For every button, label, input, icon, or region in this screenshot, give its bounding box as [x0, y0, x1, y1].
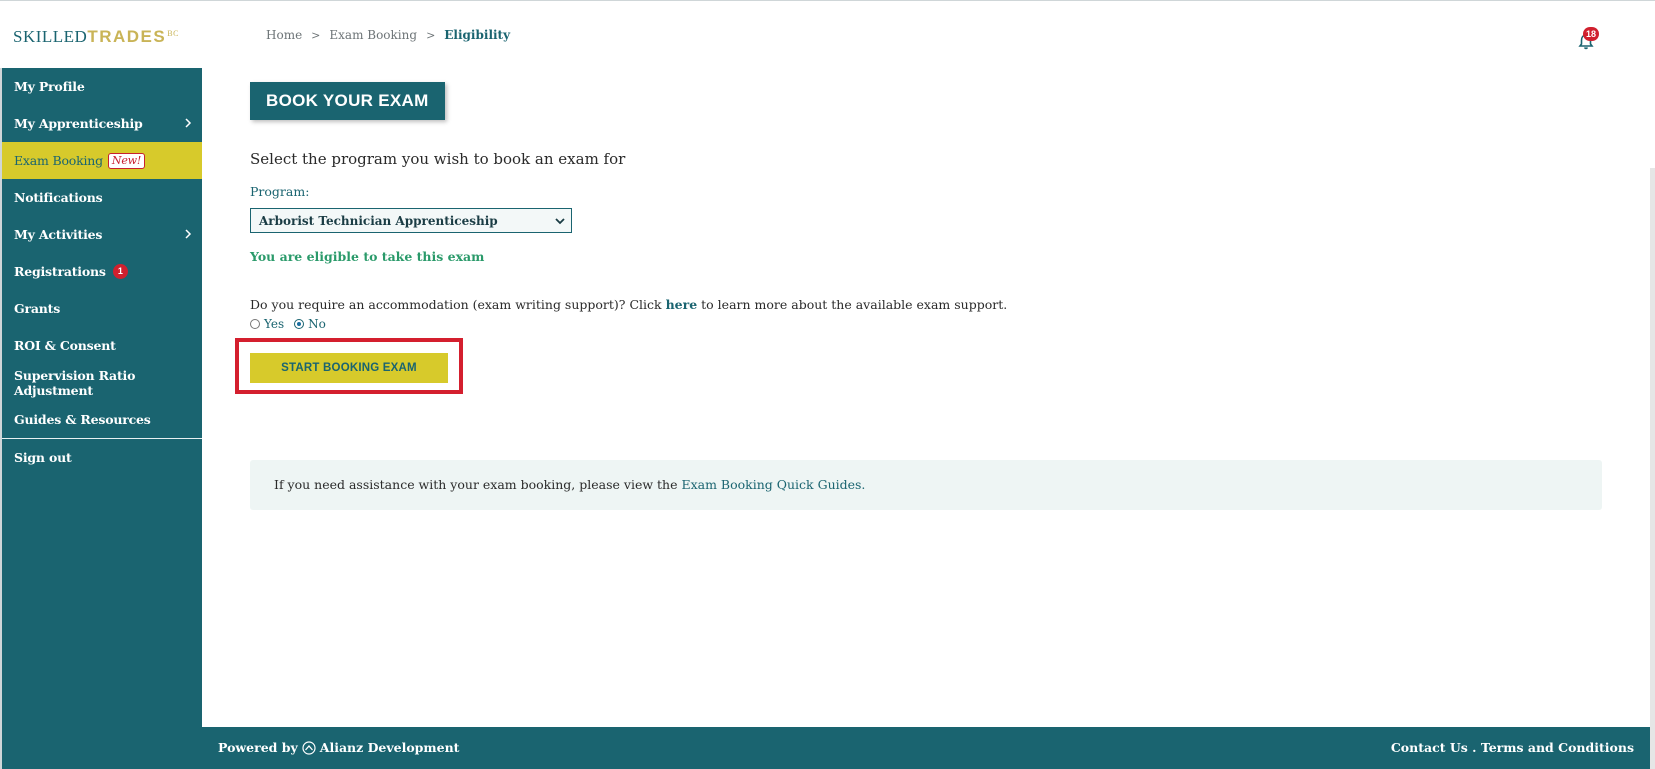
program-selected-value: Arborist Technician Apprenticeship [259, 213, 498, 228]
program-select[interactable]: Arborist Technician Apprenticeship [250, 208, 572, 233]
page-subtitle: Select the program you wish to book an e… [250, 150, 626, 168]
sidebar-item-roi-consent[interactable]: ROI & Consent [2, 327, 202, 364]
breadcrumb-exam-booking[interactable]: Exam Booking [329, 28, 417, 42]
main-content: BOOK YOUR EXAM Select the program you wi… [202, 68, 1650, 726]
chevron-down-icon [555, 218, 565, 225]
terms-link[interactable]: Terms and Conditions [1481, 740, 1634, 755]
footer-links: Contact Us . Terms and Conditions [1390, 740, 1634, 755]
eligibility-status: You are eligible to take this exam [250, 249, 485, 264]
contact-us-link[interactable]: Contact Us [1391, 740, 1468, 755]
breadcrumb: Home > Exam Booking > Eligibility [266, 28, 510, 42]
sidebar-item-sign-out[interactable]: Sign out [2, 439, 202, 476]
radio-no-label[interactable]: No [308, 317, 326, 331]
sidebar-item-supervision-ratio[interactable]: Supervision Ratio Adjustment [2, 364, 202, 401]
chevron-right-icon [185, 118, 192, 128]
chevron-right-icon [185, 229, 192, 239]
radio-yes-label[interactable]: Yes [264, 317, 284, 331]
accommodation-radio-group: Yes No [250, 317, 332, 331]
page-title: BOOK YOUR EXAM [250, 82, 445, 120]
sidebar-item-guides-resources[interactable]: Guides & Resources [2, 401, 202, 438]
breadcrumb-current: Eligibility [444, 28, 511, 42]
breadcrumb-home[interactable]: Home [266, 28, 302, 42]
start-booking-exam-button[interactable]: START BOOKING EXAM [250, 353, 448, 383]
program-label: Program: [250, 184, 310, 199]
radio-yes[interactable] [250, 319, 260, 329]
sidebar-item-registrations[interactable]: Registrations 1 [2, 253, 202, 290]
breadcrumb-separator: > [426, 28, 436, 42]
alianz-logo-icon [302, 740, 316, 755]
sidebar-item-my-activities[interactable]: My Activities [2, 216, 202, 253]
registrations-count-badge: 1 [112, 264, 128, 279]
sidebar-item-exam-booking[interactable]: Exam Booking New! [2, 142, 202, 179]
breadcrumb-separator: > [311, 28, 321, 42]
sidebar-item-notifications[interactable]: Notifications [2, 179, 202, 216]
help-info-box: If you need assistance with your exam bo… [250, 460, 1602, 510]
alianz-link[interactable]: Alianz Development [320, 740, 460, 755]
sidebar: My Profile My Apprenticeship Exam Bookin… [2, 68, 202, 769]
radio-no[interactable] [294, 319, 305, 329]
footer: Powered by Alianz Development Contact Us… [202, 727, 1650, 769]
accommodation-question: Do you require an accommodation (exam wr… [250, 297, 1008, 312]
accommodation-info-link[interactable]: here [666, 297, 698, 312]
new-badge: New! [107, 152, 146, 169]
sidebar-item-grants[interactable]: Grants [2, 290, 202, 327]
sidebar-item-my-profile[interactable]: My Profile [2, 68, 202, 105]
skilledtrades-logo[interactable]: SKILLEDTRADESBC [13, 27, 179, 47]
notification-count-badge: 18 [1583, 27, 1599, 41]
powered-by: Powered by Alianz Development [218, 740, 460, 755]
scrollbar[interactable] [1650, 168, 1655, 769]
quick-guides-link[interactable]: Exam Booking Quick Guides. [681, 477, 865, 492]
top-bar: SKILLEDTRADESBC Home > Exam Booking > El… [0, 0, 1655, 68]
sidebar-item-my-apprenticeship[interactable]: My Apprenticeship [2, 105, 202, 142]
